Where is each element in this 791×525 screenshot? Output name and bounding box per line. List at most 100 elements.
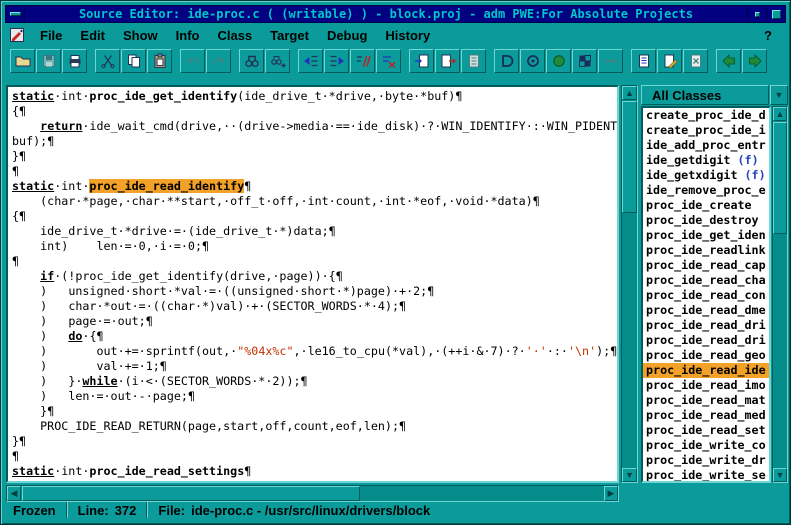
letter-d-icon (499, 53, 515, 69)
function-name: proc_ide_write_co (646, 438, 766, 452)
class-list-item[interactable]: ide_getxdigit (f) (643, 168, 769, 183)
save-button[interactable] (36, 49, 61, 73)
code-line: ) val·+=·1;¶ (12, 359, 617, 374)
classes-vscroll-thumb[interactable] (773, 122, 787, 234)
function-name: proc_ide_write_se (646, 468, 766, 482)
class-list-item[interactable]: proc_ide_read_mat (643, 393, 769, 408)
menu-item-show[interactable]: Show (114, 28, 167, 43)
history-forward-button[interactable] (742, 49, 767, 73)
build-button[interactable] (572, 49, 597, 73)
class-list-item[interactable]: proc_ide_write_dr (643, 453, 769, 468)
minimize-button[interactable] (747, 6, 766, 22)
function-name: proc_ide_destroy (646, 213, 759, 227)
class-list-item[interactable]: proc_ide_get_iden (643, 228, 769, 243)
class-list-item[interactable]: proc_ide_create (643, 198, 769, 213)
uncomment-button[interactable] (376, 49, 401, 73)
class-list-item[interactable]: ide_getdigit (f) (643, 153, 769, 168)
scroll-up-icon[interactable]: ▲ (622, 86, 637, 100)
function-name: proc_ide_create (646, 198, 752, 212)
check-in-button[interactable] (409, 49, 434, 73)
class-list-item[interactable]: proc_ide_read_cha (643, 273, 769, 288)
scroll-down-icon[interactable]: ▼ (622, 468, 637, 482)
function-name: ide_add_proc_entr (646, 138, 766, 152)
page-arrow-out-icon (440, 53, 456, 69)
class-list-item[interactable]: proc_ide_read_dme (643, 303, 769, 318)
run-button[interactable] (546, 49, 571, 73)
class-list-item[interactable]: proc_ide_read_cap (643, 258, 769, 273)
cut-button[interactable] (95, 49, 120, 73)
edit-file-button[interactable] (657, 49, 682, 73)
code-area: static·int·proc_ide_get_identify(ide_dri… (8, 87, 617, 479)
function-name: proc_ide_readlink (646, 243, 766, 257)
class-list-item[interactable]: proc_ide_write_se (643, 468, 769, 483)
breakpoint-button[interactable] (520, 49, 545, 73)
class-list-item[interactable]: proc_ide_read_set (643, 423, 769, 438)
classes-dropdown[interactable]: All Classes ▼ (641, 85, 788, 105)
paste-button[interactable] (147, 49, 172, 73)
class-list-item[interactable]: proc_ide_read_ide (643, 363, 769, 378)
shift-left-button[interactable] (298, 49, 323, 73)
code-line: ¶ (12, 449, 617, 464)
editor-hscroll-thumb[interactable] (22, 486, 360, 501)
scroll-down-icon[interactable]: ▼ (773, 468, 787, 482)
editor[interactable]: static·int·proc_ide_get_identify(ide_dri… (6, 85, 619, 483)
dots-icon (603, 53, 619, 69)
file-info-button[interactable] (461, 49, 486, 73)
classes-vscrollbar[interactable]: ▲ ▼ (772, 106, 788, 483)
code-line: {¶ (12, 209, 617, 224)
function-name: proc_ide_read_cha (646, 273, 766, 287)
green-arrow-right-icon (747, 53, 763, 69)
scroll-up-icon[interactable]: ▲ (773, 107, 787, 121)
class-list-item[interactable]: ide_add_proc_entr (643, 138, 769, 153)
menu-item-edit[interactable]: Edit (71, 28, 114, 43)
debugger-button[interactable] (494, 49, 519, 73)
class-list-item[interactable]: proc_ide_write_co (643, 438, 769, 453)
menu-item-history[interactable]: History (376, 28, 439, 43)
make-button[interactable] (598, 49, 623, 73)
class-list-item[interactable]: ide_remove_proc_e (643, 183, 769, 198)
menu-item-file[interactable]: File (31, 28, 71, 43)
find-button[interactable] (239, 49, 264, 73)
class-list-item[interactable]: create_proc_ide_d (643, 108, 769, 123)
freeze-status: Frozen (13, 503, 56, 518)
check-out-button[interactable] (435, 49, 460, 73)
comment-button[interactable] (350, 49, 375, 73)
class-list-item[interactable]: proc_ide_readlink (643, 243, 769, 258)
open-button[interactable] (10, 49, 35, 73)
history-back-button[interactable] (716, 49, 741, 73)
editor-vscroll-thumb[interactable] (622, 101, 637, 213)
help-menu[interactable]: ? (750, 28, 786, 43)
print-button[interactable] (62, 49, 87, 73)
shift-right-button[interactable] (324, 49, 349, 73)
class-list-item[interactable]: create_proc_ide_i (643, 123, 769, 138)
copy-button[interactable] (121, 49, 146, 73)
maximize-button[interactable] (766, 6, 785, 22)
class-list-item[interactable]: proc_ide_read_geo (643, 348, 769, 363)
menu-item-class[interactable]: Class (208, 28, 261, 43)
menu-item-debug[interactable]: Debug (318, 28, 376, 43)
class-list-item[interactable]: proc_ide_read_dri (643, 318, 769, 333)
chevron-down-icon[interactable]: ▼ (770, 85, 788, 105)
class-list-item[interactable]: proc_ide_read_con (643, 288, 769, 303)
titlebar[interactable]: Source Editor: ide-proc.c ( (writable) )… (5, 5, 786, 23)
scroll-left-icon[interactable]: ◀ (7, 486, 21, 501)
class-list-item[interactable]: proc_ide_read_dri (643, 333, 769, 348)
class-list-item[interactable]: proc_ide_read_med (643, 408, 769, 423)
menu-item-info[interactable]: Info (167, 28, 209, 43)
menu-item-target[interactable]: Target (261, 28, 318, 43)
class-list-item[interactable]: proc_ide_read_imo (643, 378, 769, 393)
redo-button[interactable] (206, 49, 231, 73)
goto-definition-button[interactable] (631, 49, 656, 73)
find-next-button[interactable] (265, 49, 290, 73)
window-title: Source Editor: ide-proc.c ( (writable) )… (25, 6, 747, 22)
code-line: PROC_IDE_READ_RETURN(page,start,off,coun… (12, 419, 617, 434)
close-file-button[interactable] (683, 49, 708, 73)
scroll-right-icon[interactable]: ▶ (604, 486, 618, 501)
class-list-item[interactable]: proc_ide_destroy (643, 213, 769, 228)
editor-vscrollbar[interactable]: ▲ ▼ (621, 85, 638, 483)
code-line: ) }·while·(i·<·(SECTOR_WORDS·*·2));¶ (12, 374, 617, 389)
code-line: }¶ (12, 434, 617, 449)
undo-button[interactable] (180, 49, 205, 73)
function-name: proc_ide_read_set (646, 423, 766, 437)
window-menu-button[interactable] (6, 6, 25, 22)
